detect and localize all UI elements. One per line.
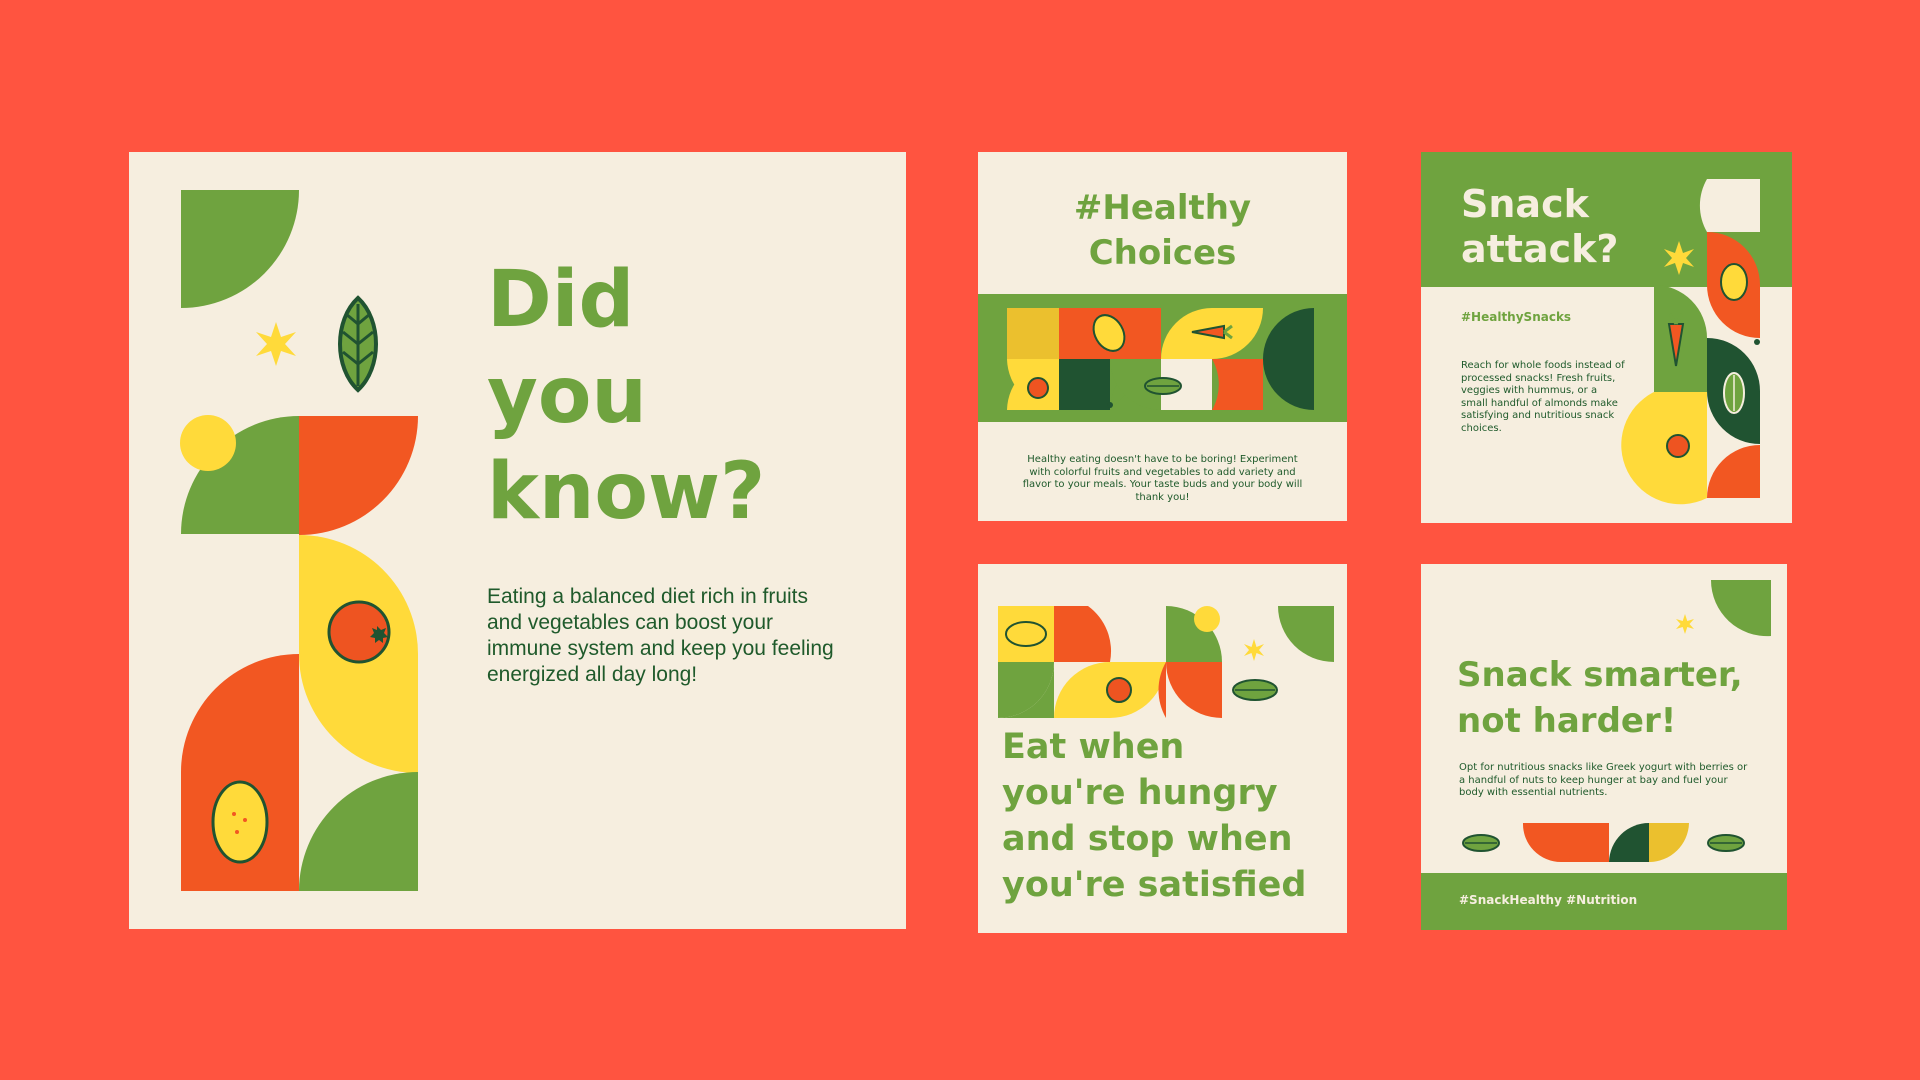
green-quarter-circle	[181, 190, 299, 308]
orange-fruit-icon	[327, 600, 391, 664]
card-snack-attack: Snack attack? #HealthySnacks Reach for w…	[1421, 152, 1792, 523]
star-icon	[1664, 241, 1694, 275]
card1-title-line: know?	[487, 447, 766, 537]
card1-body: Eating a balanced diet rich in fruits an…	[487, 585, 834, 686]
card-healthy-choices: #Healthy Choices Healthy eating doesn't …	[978, 152, 1347, 521]
card5-footer-hashtags: #SnackHealthy #Nutrition	[1459, 893, 1638, 907]
card1-title: Did you know?	[487, 252, 765, 540]
card4-title-line: you're hungry	[1002, 773, 1278, 813]
card-eat-when-hungry: Eat when you're hungry and stop when you…	[978, 564, 1347, 933]
lemon-icon	[1720, 263, 1748, 301]
leaf-icon	[1707, 834, 1745, 852]
card2-body: Healthy eating doesn't have to be boring…	[1022, 454, 1303, 503]
card4-title: Eat when you're hungry and stop when you…	[1002, 724, 1306, 908]
yellow-circle	[180, 415, 236, 471]
lemon-icon	[211, 780, 269, 864]
leaf-icon	[1232, 679, 1278, 701]
leaf-icon	[1462, 834, 1500, 852]
star-icon	[256, 322, 296, 366]
leaf-icon	[1144, 377, 1182, 395]
card3-shapes	[1621, 179, 1760, 505]
card4-title-line: you're satisfied	[1002, 865, 1307, 905]
leaf-icon	[1723, 372, 1745, 414]
card5-title-line: Snack smarter,	[1457, 655, 1743, 695]
star-icon	[1244, 639, 1264, 661]
orange-fruit-icon	[1027, 377, 1049, 399]
card5-title: Snack smarter, not harder!	[1457, 652, 1743, 744]
card4-title-line: and stop when	[1002, 819, 1293, 859]
card1-title-line: Did	[487, 255, 635, 345]
star-icon	[1676, 614, 1694, 634]
card-did-you-know: Did you know? Eating a balanced diet ric…	[129, 152, 906, 929]
yellow-circle	[1194, 606, 1220, 632]
leaf-icon	[338, 295, 378, 393]
card5-body: Opt for nutritious snacks like Greek yog…	[1459, 762, 1748, 798]
orange-fruit-icon	[1666, 434, 1690, 458]
orange-fruit-icon	[1106, 677, 1132, 703]
card1-title-line: you	[487, 351, 647, 441]
card5-title-line: not harder!	[1457, 701, 1677, 741]
card4-title-line: Eat when	[1002, 727, 1185, 767]
card-snack-smarter: Snack smarter, not harder! Opt for nutri…	[1421, 564, 1787, 930]
lemon-icon	[1005, 621, 1047, 647]
